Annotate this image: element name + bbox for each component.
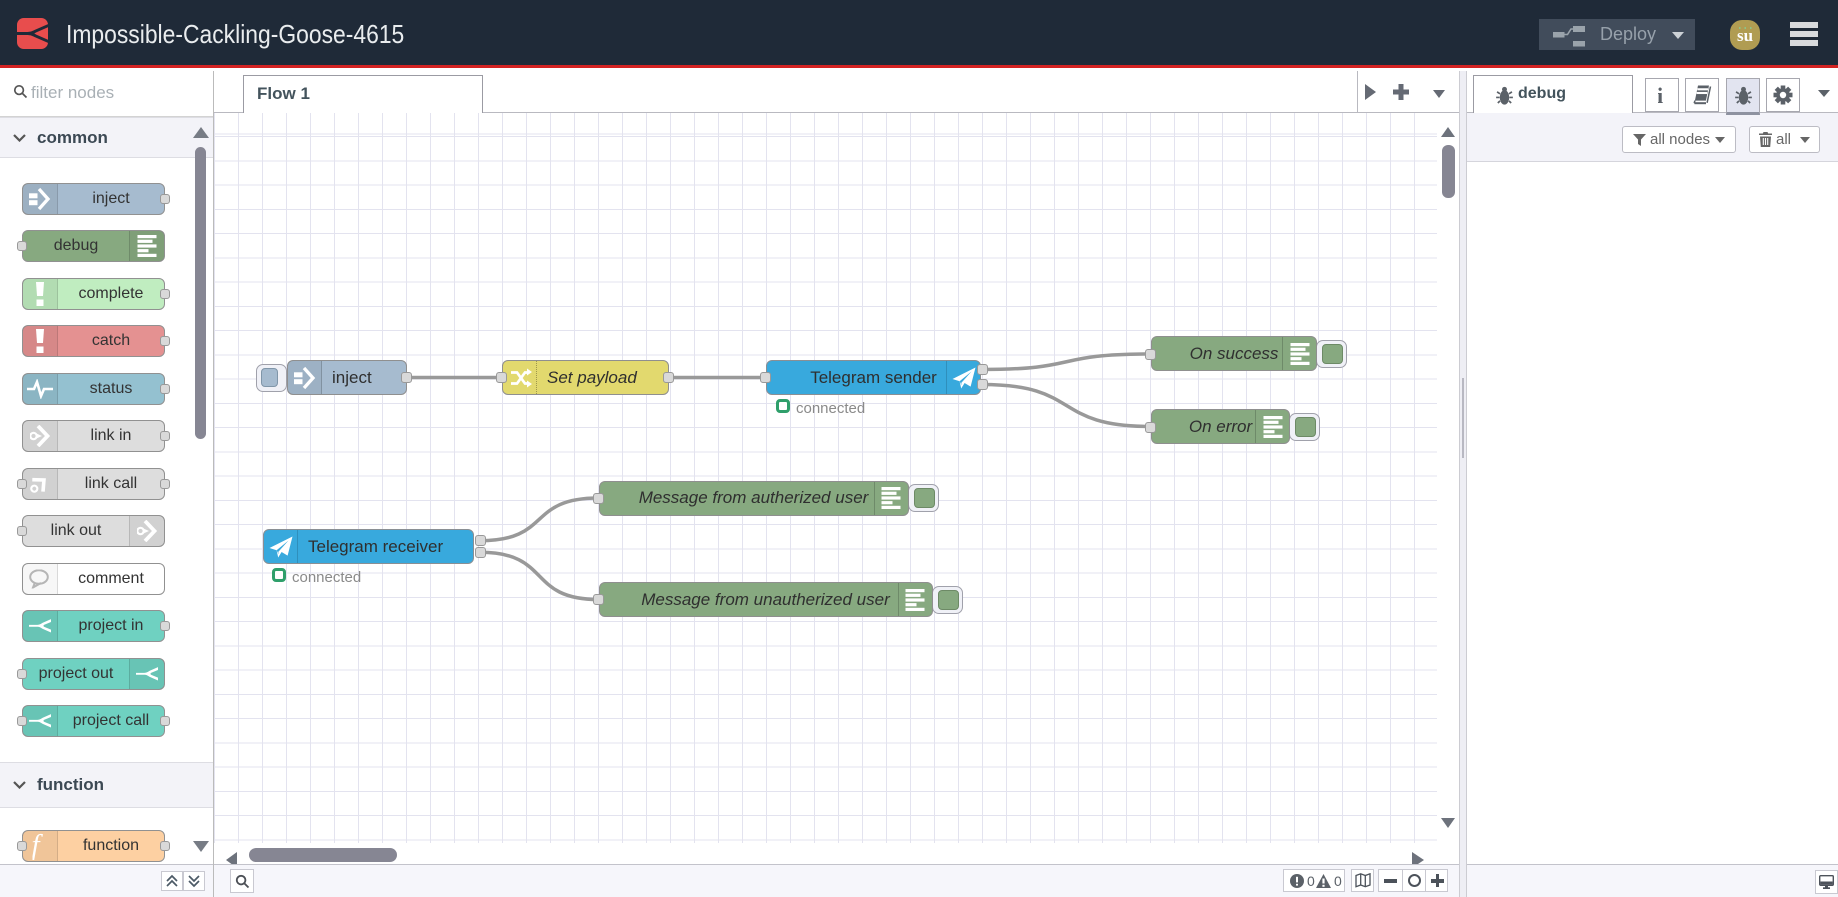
svg-text:f: f <box>33 832 44 860</box>
svg-text:i: i <box>1658 86 1663 106</box>
